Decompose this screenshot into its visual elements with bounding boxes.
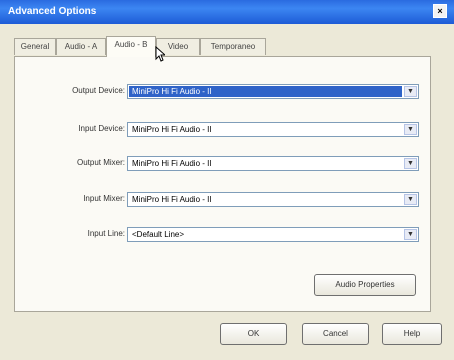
title-bar: Advanced Options × (0, 0, 454, 24)
chevron-down-icon[interactable]: ▼ (404, 158, 417, 169)
audio-properties-button[interactable]: Audio Properties (314, 274, 416, 296)
mouse-pointer-icon (155, 46, 165, 62)
input-device-value: MiniPro Hi Fi Audio - II (132, 125, 212, 134)
output-mixer-value: MiniPro Hi Fi Audio - II (132, 159, 212, 168)
input-mixer-select[interactable]: MiniPro Hi Fi Audio - II ▼ (127, 192, 419, 207)
chevron-down-icon[interactable]: ▼ (404, 124, 417, 135)
input-mixer-value: MiniPro Hi Fi Audio - II (132, 195, 212, 204)
audio-b-panel: Output Device: MiniPro Hi Fi Audio - II … (14, 56, 431, 312)
ok-button[interactable]: OK (220, 323, 287, 345)
input-line-label: Input Line: (87, 229, 125, 238)
chevron-down-icon[interactable]: ▼ (404, 229, 417, 240)
output-device-select[interactable]: MiniPro Hi Fi Audio - II ▼ (127, 84, 419, 99)
output-device-value: MiniPro Hi Fi Audio - II (129, 86, 402, 97)
input-device-label: Input Device: (78, 124, 125, 133)
output-mixer-label: Output Mixer: (76, 158, 125, 167)
tab-temporaneo[interactable]: Temporaneo (200, 38, 266, 55)
tab-audio-b[interactable]: Audio - B (106, 36, 156, 57)
input-line-select[interactable]: <Default Line> ▼ (127, 227, 419, 242)
output-device-label: Output Device: (72, 86, 125, 95)
chevron-down-icon[interactable]: ▼ (404, 194, 417, 205)
cancel-button[interactable]: Cancel (302, 323, 369, 345)
help-button[interactable]: Help (382, 323, 442, 345)
chevron-down-icon[interactable]: ▼ (404, 86, 417, 97)
close-button[interactable]: × (433, 4, 447, 18)
output-mixer-select[interactable]: MiniPro Hi Fi Audio - II ▼ (127, 156, 419, 171)
tab-general[interactable]: General (14, 38, 56, 55)
tab-audio-a[interactable]: Audio - A (56, 38, 106, 55)
input-mixer-label: Input Mixer: (83, 194, 125, 203)
input-line-value: <Default Line> (132, 230, 185, 239)
input-device-select[interactable]: MiniPro Hi Fi Audio - II ▼ (127, 122, 419, 137)
window-title: Advanced Options (8, 6, 97, 17)
